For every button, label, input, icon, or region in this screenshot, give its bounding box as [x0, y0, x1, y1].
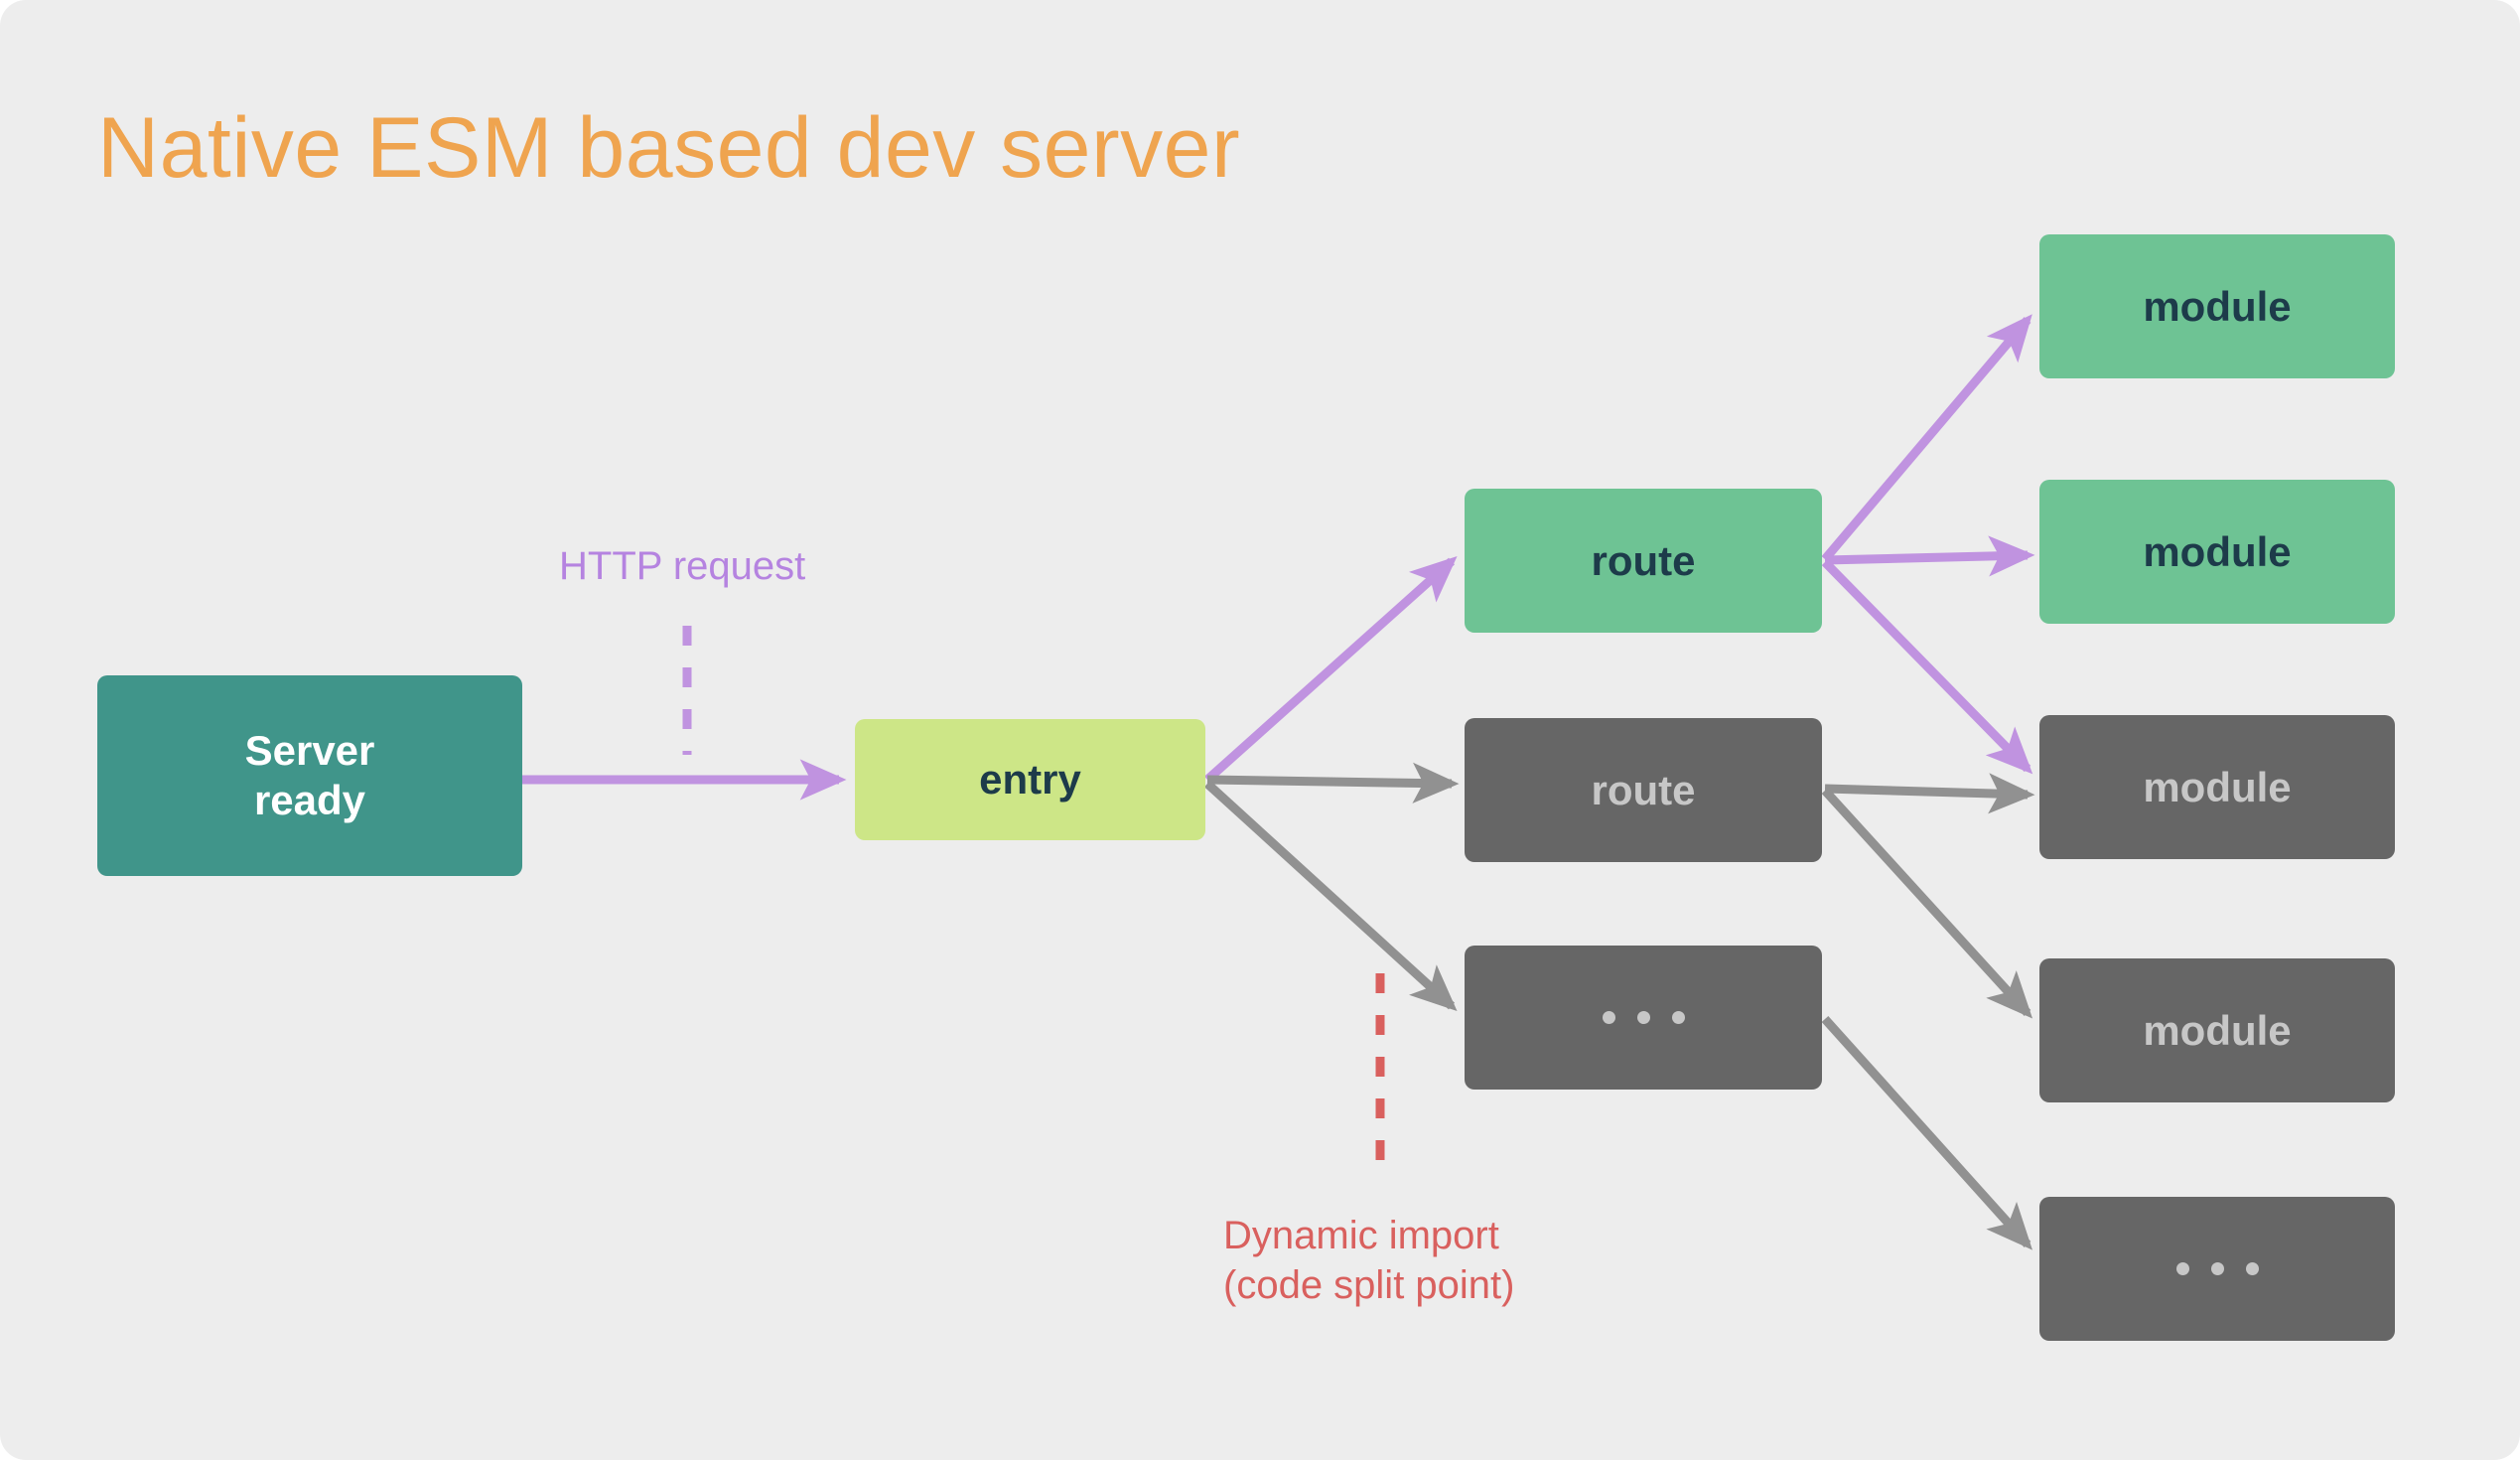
edge-route-green-to-module-g2	[1824, 535, 2035, 577]
edge-dots-mid-to-dots-bottom	[1821, 1015, 2033, 1250]
node-label-module-gray-1: module	[2143, 763, 2292, 810]
node-route-green[interactable]: route	[1465, 489, 1822, 633]
node-dots-mid[interactable]	[1465, 946, 1822, 1090]
edge-entry-to-route-green	[1204, 556, 1458, 784]
http-request-label: HTTP request	[559, 544, 806, 588]
node-label-module-green-2: module	[2143, 527, 2292, 575]
node-entry[interactable]: entry	[855, 719, 1205, 840]
ellipsis-icon	[2175, 1262, 2259, 1275]
node-dots-bottom[interactable]	[2039, 1197, 2395, 1341]
ellipsis-icon	[1602, 1011, 1685, 1024]
node-label-entry: entry	[979, 756, 1081, 803]
node-module-green-1[interactable]: module	[2039, 234, 2395, 378]
node-label-route-green: route	[1591, 536, 1696, 584]
edge-route-gray-to-module-gr1	[1824, 773, 2035, 814]
dynamic-import-label: Dynamic import (code split point)	[1223, 1214, 1515, 1307]
edge-route-green-to-module-gr1	[1821, 558, 2033, 775]
edge-entry-to-route-gray	[1206, 762, 1460, 803]
node-label-server-ready: Server ready	[244, 727, 375, 823]
node-module-green-2[interactable]: module	[2039, 480, 2395, 624]
edge-route-gray-to-module-gr2	[1821, 787, 2033, 1019]
node-route-gray[interactable]: route	[1465, 718, 1822, 862]
node-server-ready[interactable]: Server ready	[97, 675, 522, 876]
node-label-module-green-1: module	[2143, 282, 2292, 330]
diagram-canvas: Native ESM based dev server Server ready…	[0, 0, 2520, 1460]
page-title: Native ESM based dev server	[97, 100, 1241, 196]
node-label-route-gray: route	[1591, 766, 1696, 813]
edge-route-green-to-module-g1	[1821, 314, 2032, 562]
node-label-module-gray-2: module	[2143, 1006, 2292, 1054]
node-module-gray-1[interactable]: module	[2039, 715, 2395, 859]
edge-entry-to-dots-mid	[1203, 780, 1458, 1012]
node-module-gray-2[interactable]: module	[2039, 958, 2395, 1102]
